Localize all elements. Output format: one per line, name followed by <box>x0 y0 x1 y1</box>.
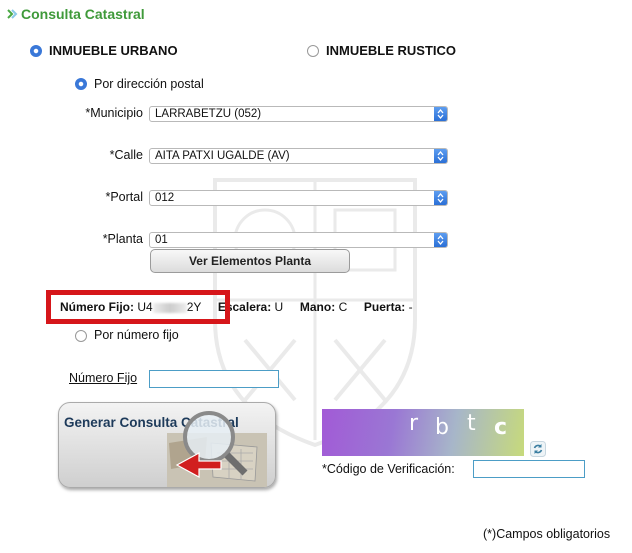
portal-select[interactable]: 012 <box>149 190 448 206</box>
captcha-char: c <box>494 415 508 440</box>
verification-code-label: *Código de Verificación: <box>322 462 455 476</box>
verification-code-input[interactable] <box>473 460 585 478</box>
calle-value: AITA PATXI UGALDE (AV) <box>155 150 290 162</box>
rustico-radio[interactable] <box>307 45 319 57</box>
puerta-label: Puerta: <box>363 300 406 314</box>
captcha-char: t <box>467 411 476 436</box>
captcha-image: r b t c <box>322 409 524 456</box>
puerta-value: - <box>408 300 413 314</box>
planta-select[interactable]: 01 <box>149 232 448 248</box>
municipio-select[interactable]: LARRABETZU (052) <box>149 106 448 122</box>
numero-fijo-field-label: Número Fijo <box>69 371 138 385</box>
map-magnifier-icon <box>167 411 267 487</box>
urbano-radio[interactable] <box>30 45 42 57</box>
municipio-value: LARRABETZU (052) <box>155 108 262 120</box>
numero-fijo-input[interactable] <box>149 370 279 388</box>
captcha-char: b <box>435 415 449 440</box>
select-arrows-icon <box>434 107 447 121</box>
planta-value: 01 <box>155 234 168 246</box>
select-arrows-icon <box>434 233 447 247</box>
title-arrow-icon <box>7 9 18 19</box>
page-title: Consulta Catastral <box>6 6 145 22</box>
select-arrows-icon <box>434 191 447 205</box>
urbano-label: INMUEBLE URBANO <box>49 43 178 58</box>
ver-elementos-planta-button[interactable]: Ver Elementos Planta <box>150 249 350 273</box>
page-title-text: Consulta Catastral <box>21 6 145 22</box>
required-fields-note: (*)Campos obligatorios <box>483 527 611 541</box>
numero-fijo-radio[interactable] <box>75 330 87 342</box>
generar-consulta-button[interactable]: Generar Consulta Catastral <box>58 402 276 488</box>
refresh-captcha-icon[interactable] <box>530 441 546 457</box>
portal-label: *Portal <box>105 190 143 204</box>
rustico-label: INMUEBLE RUSTICO <box>326 43 456 58</box>
select-arrows-icon <box>434 149 447 163</box>
postal-label: Por dirección postal <box>94 77 204 91</box>
captcha-char: r <box>409 411 419 436</box>
portal-value: 012 <box>155 192 175 204</box>
postal-radio[interactable] <box>75 78 87 90</box>
numero-fijo-mode-label: Por número fijo <box>94 328 179 342</box>
highlight-box <box>46 290 230 324</box>
planta-label: *Planta <box>102 232 143 246</box>
calle-select[interactable]: AITA PATXI UGALDE (AV) <box>149 148 448 164</box>
mano-label: Mano: <box>299 300 336 314</box>
municipio-label: *Municipio <box>85 106 143 120</box>
escalera-value: U <box>274 300 284 314</box>
calle-label: *Calle <box>109 148 143 162</box>
mano-value: C <box>338 300 348 314</box>
